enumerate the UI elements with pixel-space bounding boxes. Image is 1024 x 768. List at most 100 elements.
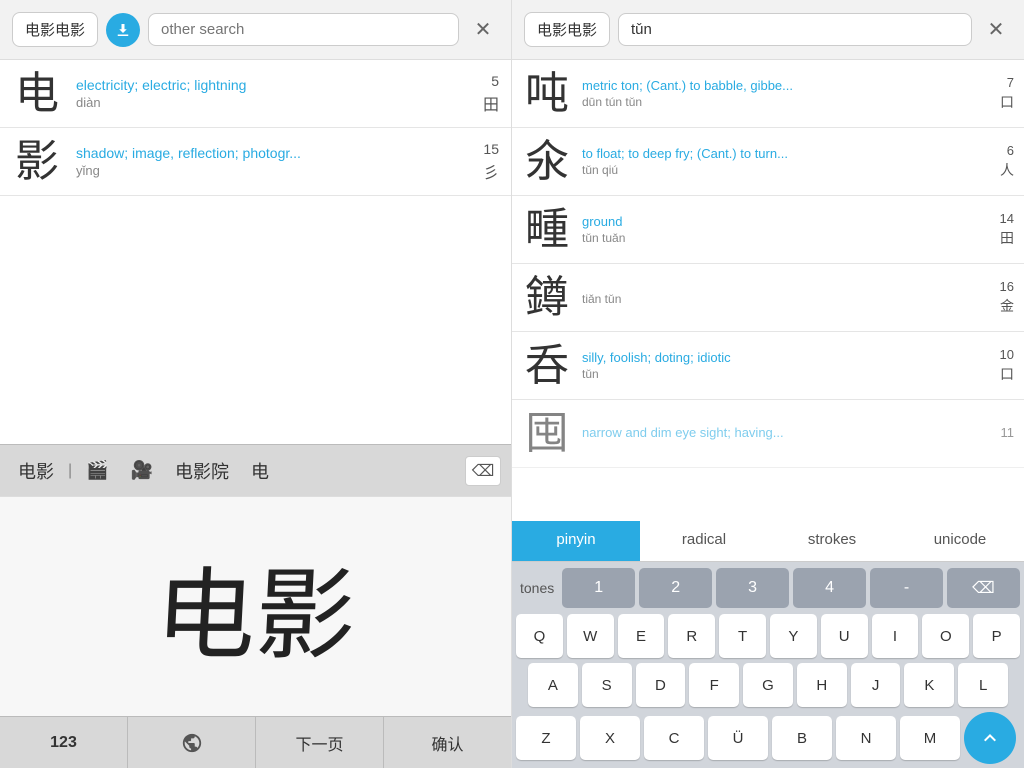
result-row-left-0[interactable]: 电 electricity; electric; lightning diàn … <box>0 60 511 128</box>
key-S[interactable]: S <box>582 663 632 707</box>
result-strokes-right-1: 6 <box>1007 143 1014 158</box>
result-row-right-2[interactable]: 畽 ground tǔn tuǎn 14 田 <box>512 196 1024 264</box>
globe-button[interactable] <box>128 717 256 768</box>
result-char-right-2: 畽 <box>522 208 572 252</box>
left-tag-pill[interactable]: 电影电影 <box>12 12 98 47</box>
key-T[interactable]: T <box>719 614 766 658</box>
key-E[interactable]: E <box>618 614 665 658</box>
key-K[interactable]: K <box>904 663 954 707</box>
key-A[interactable]: A <box>528 663 578 707</box>
confirm-button[interactable]: 确认 <box>384 717 511 768</box>
key-G[interactable]: G <box>743 663 793 707</box>
result-strokes-right-2: 14 <box>1000 211 1014 226</box>
result-meaning-right-1: to float; to deep fry; (Cant.) to turn..… <box>582 146 990 161</box>
result-row-right-0[interactable]: 吨 metric ton; (Cant.) to babble, gibbe..… <box>512 60 1024 128</box>
key-Z[interactable]: Z <box>516 716 576 760</box>
suggestion-2[interactable]: 🎥 <box>123 456 161 485</box>
tab-unicode[interactable]: unicode <box>896 521 1024 561</box>
result-pinyin-right-0: dūn tún tǔn <box>582 95 990 109</box>
key-F[interactable]: F <box>689 663 739 707</box>
suggestion-1[interactable]: 🎬 <box>78 456 116 485</box>
result-strokes-right-5: 11 <box>1001 425 1015 440</box>
results-list-right: 吨 metric ton; (Cant.) to babble, gibbe..… <box>512 60 1024 521</box>
result-pinyin-left-1: yǐng <box>76 163 469 178</box>
key-row-1: A S D F G H J K L <box>516 663 1020 707</box>
result-char-right-3: 鐏 <box>522 276 572 320</box>
results-list-left: 电 electricity; electric; lightning diàn … <box>0 60 511 444</box>
key-O[interactable]: O <box>922 614 969 658</box>
tone-1-key[interactable]: 1 <box>562 568 635 608</box>
key-Q[interactable]: Q <box>516 614 563 658</box>
num-button[interactable]: 123 <box>0 717 128 768</box>
result-radical-left-1: 彡 <box>483 159 499 183</box>
key-X[interactable]: X <box>580 716 640 760</box>
close-button-right[interactable]: ✕ <box>980 14 1012 46</box>
result-row-left-1[interactable]: 影 shadow; image, reflection; photogr... … <box>0 128 511 196</box>
result-row-right-5[interactable]: 囤 narrow and dim eye sight; having... 11 <box>512 400 1024 468</box>
result-radical-right-1: 人 <box>1000 160 1014 180</box>
result-strokes-left-1: 15 <box>483 141 499 157</box>
key-R[interactable]: R <box>668 614 715 658</box>
left-panel: 电影电影 ✕ 电 electricity; electric; lightnin… <box>0 0 512 768</box>
key-U-umlaut[interactable]: Ü <box>708 716 768 760</box>
tone-3-key[interactable]: 3 <box>716 568 789 608</box>
tone-neutral-key[interactable]: - <box>870 568 943 608</box>
suggestion-4[interactable]: 电 <box>243 454 277 488</box>
suggestion-0[interactable]: 电影 <box>10 454 62 488</box>
right-tag-pill[interactable]: 电影电影 <box>524 12 610 47</box>
right-panel: 电影电影 ✕ 吨 metric ton; (Cant.) to babble, … <box>512 0 1024 768</box>
result-row-right-3[interactable]: 鐏 tiǎn tǔn 16 金 <box>512 264 1024 332</box>
result-meaning-right-5: narrow and dim eye sight; having... <box>582 425 991 440</box>
key-W[interactable]: W <box>567 614 614 658</box>
submit-button[interactable] <box>964 712 1016 764</box>
search-tabs: pinyin radical strokes unicode <box>512 521 1024 562</box>
tab-strokes[interactable]: strokes <box>768 521 896 561</box>
tone-delete-key[interactable]: ⌫ <box>947 568 1020 608</box>
backspace-suggestion-button[interactable]: ⌫ <box>465 456 501 486</box>
result-row-right-4[interactable]: 呑 silly, foolish; doting; idiotic tǔn 10… <box>512 332 1024 400</box>
key-Y[interactable]: Y <box>770 614 817 658</box>
tab-radical[interactable]: radical <box>640 521 768 561</box>
search-input-right[interactable] <box>618 13 972 46</box>
key-L[interactable]: L <box>958 663 1008 707</box>
tab-pinyin[interactable]: pinyin <box>512 521 640 561</box>
result-meaning-left-0: electricity; electric; lightning <box>76 77 469 93</box>
result-pinyin-left-0: diàn <box>76 95 469 110</box>
result-meaning-right-0: metric ton; (Cant.) to babble, gibbe... <box>582 78 990 93</box>
suggestion-3[interactable]: 电影院 <box>167 454 237 488</box>
result-char-right-0: 吨 <box>522 72 572 116</box>
result-radical-right-2: 田 <box>1000 228 1014 248</box>
keyboard-section: tones 1 2 3 4 - ⌫ Q W E R T Y U I O P <box>512 562 1024 768</box>
download-button[interactable] <box>106 13 140 47</box>
key-M[interactable]: M <box>900 716 960 760</box>
result-radical-right-3: 金 <box>1000 296 1014 316</box>
result-char-left-1: 影 <box>12 140 62 184</box>
tone-4-key[interactable]: 4 <box>793 568 866 608</box>
next-page-button[interactable]: 下一页 <box>256 717 384 768</box>
key-N[interactable]: N <box>836 716 896 760</box>
top-bar-right: 电影电影 ✕ <box>512 0 1024 60</box>
result-pinyin-right-2: tǔn tuǎn <box>582 231 990 245</box>
suggestion-bar: 电影 | 🎬 🎥 电影院 电 ⌫ <box>0 444 511 496</box>
key-C[interactable]: C <box>644 716 704 760</box>
key-H[interactable]: H <box>797 663 847 707</box>
result-row-right-1[interactable]: 氽 to float; to deep fry; (Cant.) to turn… <box>512 128 1024 196</box>
result-char-right-5: 囤 <box>522 412 572 456</box>
key-B[interactable]: B <box>772 716 832 760</box>
key-P[interactable]: P <box>973 614 1020 658</box>
handwriting-area[interactable]: 电影 <box>0 496 511 716</box>
key-row-0: Q W E R T Y U I O P <box>516 614 1020 658</box>
tone-2-key[interactable]: 2 <box>639 568 712 608</box>
key-U[interactable]: U <box>821 614 868 658</box>
close-button-left[interactable]: ✕ <box>467 14 499 46</box>
result-char-left-0: 电 <box>12 72 62 116</box>
key-J[interactable]: J <box>851 663 901 707</box>
result-strokes-left-0: 5 <box>491 73 499 89</box>
bottom-bar-left: 123 下一页 确认 <box>0 716 511 768</box>
tones-row: tones 1 2 3 4 - ⌫ <box>516 568 1020 608</box>
key-D[interactable]: D <box>636 663 686 707</box>
search-input-left[interactable] <box>148 13 459 46</box>
result-strokes-right-3: 16 <box>1000 279 1014 294</box>
key-I[interactable]: I <box>872 614 919 658</box>
result-radical-right-4: 口 <box>1000 364 1014 384</box>
